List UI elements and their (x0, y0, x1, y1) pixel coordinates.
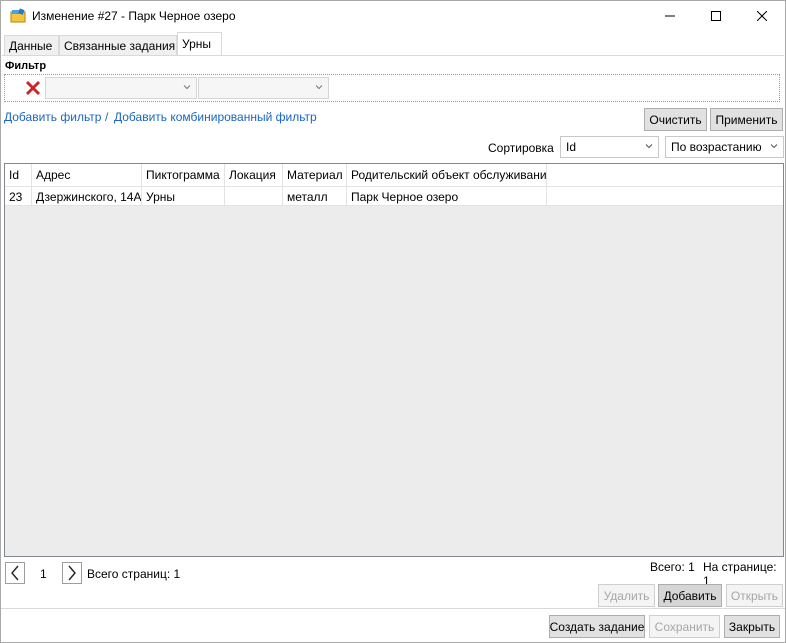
chevron-down-icon (315, 85, 323, 90)
cell-parent-object: Парк Черное озеро (347, 187, 547, 206)
sort-direction-select[interactable]: По возрастанию (665, 136, 784, 158)
column-header-filler (547, 164, 783, 187)
total-pages: Всего страниц: 1 (87, 567, 181, 581)
prev-page-button[interactable] (5, 562, 25, 584)
close-icon (757, 11, 767, 21)
grid-header: Id Адрес Пиктограмма Локация Материал Ро… (5, 164, 783, 187)
open-button[interactable]: Открыть (726, 584, 783, 607)
current-page: 1 (40, 567, 47, 581)
column-header-pictogram[interactable]: Пиктограмма (142, 164, 225, 187)
cell-location (225, 187, 283, 206)
main-window: Изменение #27 - Парк Черное озеро Данные… (0, 0, 786, 643)
clear-button[interactable]: Очистить (644, 108, 707, 131)
chevron-right-icon (68, 565, 76, 581)
column-header-id[interactable]: Id (5, 164, 32, 187)
sort-field-value: Id (566, 140, 577, 154)
column-header-location[interactable]: Локация (225, 164, 283, 187)
maximize-button[interactable] (693, 1, 739, 31)
chevron-down-icon (645, 144, 653, 149)
sort-field-select[interactable]: Id (560, 136, 659, 158)
next-page-button[interactable] (62, 562, 82, 584)
footer-divider (1, 608, 785, 609)
sort-label: Сортировка (488, 141, 554, 155)
apply-button[interactable]: Применить (710, 108, 783, 131)
total-count: Всего: 1 (650, 560, 695, 574)
title-bar[interactable]: Изменение #27 - Парк Черное озеро (1, 1, 785, 31)
table-row[interactable]: 23 Дзержинского, 14А Урны металл Парк Че… (5, 187, 783, 206)
filter-label: Фильтр (5, 60, 47, 72)
tab-urns[interactable]: Урны (177, 32, 222, 56)
cell-address: Дзержинского, 14А (32, 187, 142, 206)
chevron-down-icon (770, 144, 778, 149)
cell-pictogram: Урны (142, 187, 225, 206)
column-header-address[interactable]: Адрес (32, 164, 142, 187)
minimize-icon (665, 15, 675, 17)
filter-field-select[interactable] (45, 77, 197, 99)
sort-direction-value: По возрастанию (671, 140, 762, 154)
data-grid[interactable]: Id Адрес Пиктограмма Локация Материал Ро… (4, 163, 784, 557)
close-button[interactable]: Закрыть (724, 615, 780, 638)
app-icon (10, 8, 26, 23)
column-header-parent-object[interactable]: Родительский объект обслуживани (347, 164, 547, 187)
tab-related-tasks[interactable]: Связанные задания (59, 35, 177, 56)
tab-divider (2, 55, 784, 56)
filter-area (4, 74, 780, 102)
link-separator: / (105, 110, 109, 124)
filter-operator-select[interactable] (198, 77, 329, 99)
add-combined-filter-link[interactable]: Добавить комбинированный фильтр (114, 110, 317, 124)
cell-material: металл (283, 187, 347, 206)
window-title: Изменение #27 - Парк Черное озеро (32, 9, 236, 23)
close-window-button[interactable] (739, 1, 785, 31)
add-filter-link[interactable]: Добавить фильтр (4, 110, 101, 124)
delete-filter-icon[interactable] (25, 80, 41, 96)
delete-button[interactable]: Удалить (598, 584, 655, 607)
minimize-button[interactable] (647, 1, 693, 31)
create-task-button[interactable]: Создать задание (549, 615, 645, 638)
chevron-left-icon (11, 565, 19, 581)
save-button[interactable]: Сохранить (649, 615, 720, 638)
cell-id: 23 (5, 187, 32, 206)
tab-data[interactable]: Данные (4, 35, 59, 56)
column-header-material[interactable]: Материал (283, 164, 347, 187)
maximize-icon (711, 11, 721, 21)
cell-filler (547, 187, 783, 206)
add-button[interactable]: Добавить (658, 584, 722, 607)
chevron-down-icon (183, 85, 191, 90)
